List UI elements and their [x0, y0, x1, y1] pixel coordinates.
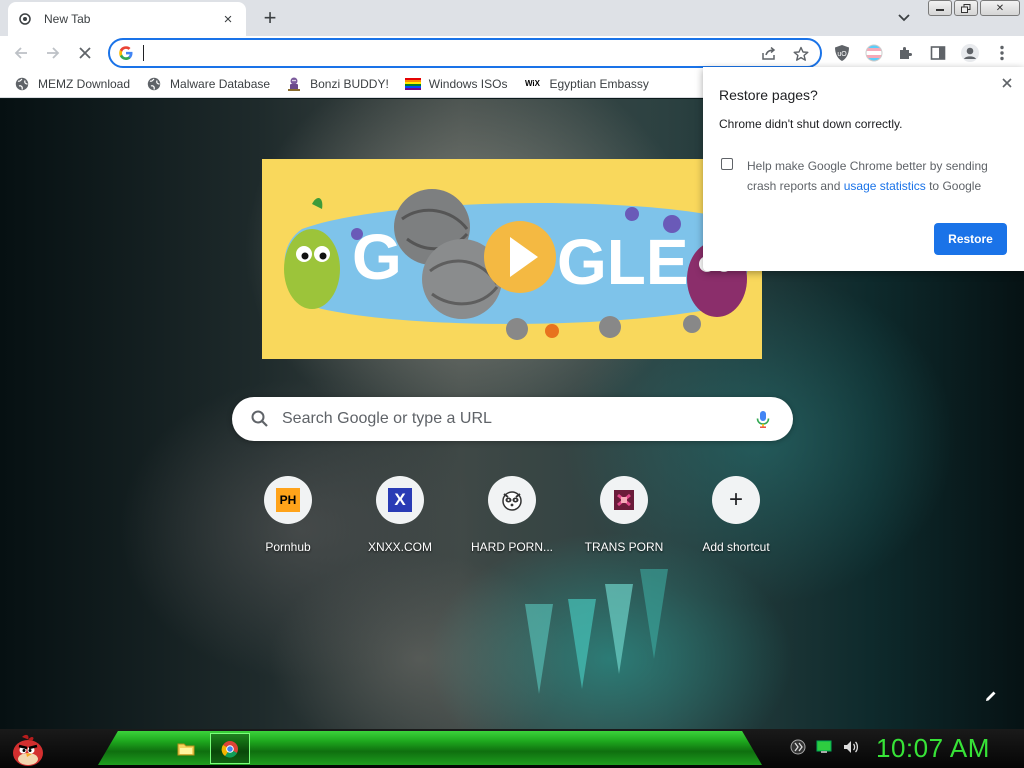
- shortcut-label: TRANS PORN: [584, 540, 664, 554]
- bookmark-windows-isos[interactable]: Windows ISOs: [404, 72, 508, 96]
- network-monitor-icon[interactable]: [816, 740, 832, 757]
- bookmark-label: MEMZ Download: [38, 76, 131, 91]
- dialog-title: Restore pages?: [719, 87, 818, 103]
- shortcut-hard-porn[interactable]: HARD PORN...: [456, 474, 568, 564]
- customize-pencil-icon[interactable]: [980, 685, 1002, 707]
- shortcut-icon: [488, 476, 536, 524]
- shortcut-label: XNXX.COM: [367, 540, 432, 554]
- google-doodle[interactable]: G GLE: [262, 159, 762, 359]
- system-tray: [790, 739, 860, 758]
- tab-strip: New Tab × + ✕: [0, 0, 1024, 36]
- bookmark-bonzi-buddy[interactable]: Bonzi BUDDY!: [286, 72, 389, 96]
- crash-report-label: Help make Google Chrome better by sendin…: [747, 156, 1007, 196]
- doodle-illustration: G GLE: [284, 189, 750, 340]
- svg-text:uO: uO: [837, 51, 847, 58]
- ph-logo-icon: PH: [276, 488, 300, 512]
- bookmark-egyptian-embassy[interactable]: WiX Egyptian Embassy: [523, 72, 649, 96]
- ublock-shield-icon[interactable]: uO: [831, 42, 853, 64]
- microphone-icon[interactable]: [753, 409, 773, 429]
- add-shortcut-button[interactable]: + Add shortcut: [680, 474, 792, 564]
- shortcut-trans-porn[interactable]: TRANS PORN: [568, 474, 680, 564]
- raccoon-logo-icon: [502, 491, 522, 511]
- shortcut-xnxx[interactable]: X XNXX.COM: [344, 474, 456, 564]
- extensions-puzzle-icon[interactable]: [895, 42, 917, 64]
- minimize-button[interactable]: [928, 0, 952, 16]
- google-g-icon: [119, 46, 133, 60]
- rainbow-flag-icon: [404, 76, 421, 92]
- wallpaper-fang: [525, 604, 553, 694]
- bookmark-label: Egyptian Embassy: [549, 76, 649, 91]
- menu-kebab-icon[interactable]: [991, 42, 1013, 64]
- bookmark-malware-database[interactable]: Malware Database: [146, 72, 270, 96]
- chrome-taskbar-icon[interactable]: [210, 733, 250, 764]
- share-icon[interactable]: [760, 45, 778, 63]
- side-panel-icon[interactable]: [927, 42, 949, 64]
- volume-speaker-icon[interactable]: [842, 739, 860, 758]
- tab-close-icon[interactable]: ×: [220, 11, 236, 28]
- shortcut-label: Pornhub: [265, 540, 311, 554]
- close-window-button[interactable]: ✕: [980, 0, 1020, 16]
- profile-avatar-icon[interactable]: [959, 42, 981, 64]
- bookmark-label: Malware Database: [170, 76, 271, 91]
- usage-statistics-link[interactable]: usage statistics: [844, 179, 926, 193]
- trans-porn-logo-icon: [614, 490, 634, 510]
- wallpaper-fang: [568, 599, 596, 689]
- dialog-message: Chrome didn't shut down correctly.: [719, 117, 903, 131]
- search-icon: [251, 410, 268, 427]
- globe-icon: [14, 76, 30, 92]
- crash-report-checkbox[interactable]: [721, 158, 733, 170]
- crash-report-suffix: to Google: [925, 179, 982, 193]
- toolbar: uO: [0, 36, 1024, 70]
- globe-icon: [146, 76, 162, 92]
- trans-flag-extension-icon[interactable]: [863, 42, 885, 64]
- maximize-button[interactable]: [954, 0, 978, 16]
- address-bar[interactable]: [108, 38, 822, 68]
- new-tab-button[interactable]: +: [258, 5, 282, 30]
- file-explorer-folder-icon[interactable]: [166, 733, 206, 764]
- dialog-close-icon[interactable]: [999, 75, 1015, 91]
- bookmark-label: Bonzi BUDDY!: [310, 76, 389, 91]
- shortcut-pornhub[interactable]: PH Pornhub: [232, 474, 344, 564]
- tray-app-icon[interactable]: [790, 739, 806, 758]
- tab-search-chevron-icon[interactable]: [894, 8, 914, 28]
- shortcut-icon: [600, 476, 648, 524]
- shortcut-icon: X: [376, 476, 424, 524]
- tab-new-tab[interactable]: New Tab ×: [8, 2, 246, 36]
- window-controls: ✕: [928, 0, 1020, 16]
- x-logo-icon: X: [388, 488, 412, 512]
- bookmark-memz-download[interactable]: MEMZ Download: [14, 72, 130, 96]
- bonzi-icon: [286, 76, 302, 92]
- wix-icon: WiX: [524, 79, 540, 88]
- search-input[interactable]: [282, 409, 742, 429]
- google-search-box[interactable]: [232, 397, 793, 441]
- text-caret: [143, 45, 144, 61]
- plus-icon: +: [712, 476, 760, 524]
- omnibox-input[interactable]: [140, 44, 740, 62]
- new-tab-favicon-icon: [18, 12, 32, 26]
- shortcut-label: HARD PORN...: [470, 540, 553, 554]
- wallpaper-fang: [640, 569, 668, 659]
- restore-pages-dialog: Restore pages? Chrome didn't shut down c…: [703, 67, 1024, 271]
- svg-text:GLE: GLE: [557, 226, 689, 298]
- shortcut-label: Add shortcut: [702, 540, 770, 554]
- taskbar: 10:07 AM: [0, 729, 1024, 768]
- tab-title: New Tab: [44, 12, 91, 26]
- restore-button[interactable]: Restore: [934, 223, 1007, 255]
- wallpaper-fang: [605, 584, 633, 674]
- bookmark-star-icon[interactable]: [792, 45, 810, 63]
- shortcut-icon: PH: [264, 476, 312, 524]
- taskbar-clock[interactable]: 10:07 AM: [876, 733, 990, 764]
- shortcut-tiles: PH Pornhub X XNXX.COM HARD PORN... TRANS…: [232, 474, 792, 564]
- start-button-angry-bird-icon[interactable]: [8, 729, 48, 768]
- stop-loading-icon[interactable]: [72, 40, 98, 66]
- forward-arrow-icon[interactable]: [40, 40, 66, 66]
- bookmark-label: Windows ISOs: [428, 76, 508, 91]
- back-arrow-icon[interactable]: [8, 40, 34, 66]
